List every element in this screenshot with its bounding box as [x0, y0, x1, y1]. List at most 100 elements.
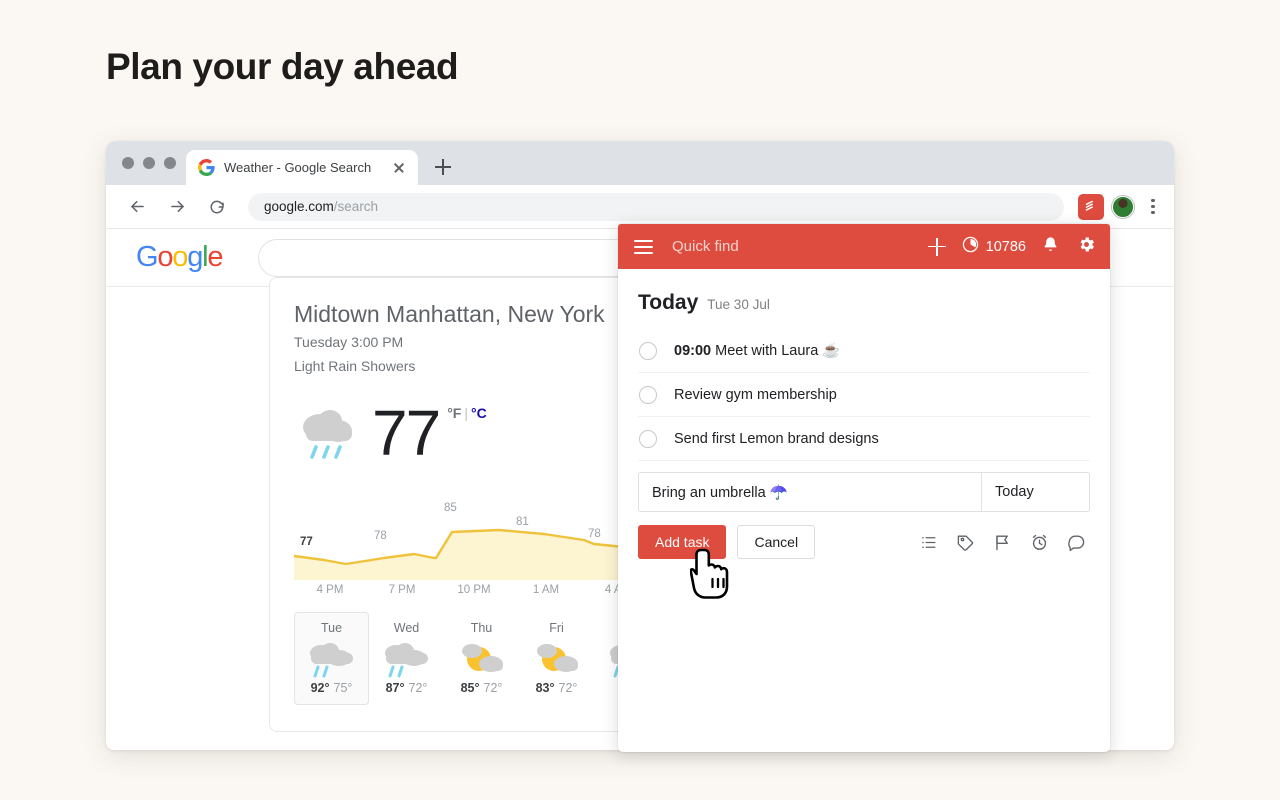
logo-letter: o — [172, 241, 188, 273]
section-title: Today — [638, 291, 699, 314]
todoist-panel: Quick find 10786 Today Tue 30 Jul 09:00 … — [618, 224, 1110, 752]
quick-action-icons — [919, 533, 1090, 552]
forecast-low: 72° — [483, 680, 503, 695]
rain-cloud-icon — [294, 397, 366, 470]
x-tick-label: 1 AM — [532, 583, 560, 596]
todoist-extension-icon[interactable] — [1078, 193, 1104, 220]
window-controls — [118, 141, 186, 185]
kebab-menu-icon[interactable] — [1144, 198, 1162, 215]
close-dot[interactable] — [122, 157, 134, 169]
label-tag-icon[interactable] — [956, 533, 975, 552]
x-tick-label: 10 PM — [457, 583, 491, 596]
forecast-high: 85° — [460, 680, 480, 695]
logo-letter: G — [136, 241, 159, 273]
weather-units: °F | °C — [447, 405, 487, 421]
todoist-header: Quick find 10786 — [618, 224, 1110, 269]
forecast-day-temps: 87° 72° — [370, 681, 443, 695]
project-list-icon[interactable] — [919, 533, 938, 552]
karma-points: 10786 — [985, 238, 1026, 255]
forecast-low: 72° — [408, 680, 428, 695]
add-task-plus-icon[interactable] — [924, 234, 950, 260]
google-logo[interactable]: Google — [136, 241, 224, 274]
forecast-day[interactable]: Fri 83° 72° — [519, 612, 594, 705]
cancel-button[interactable]: Cancel — [737, 525, 816, 559]
logo-letter: g — [187, 241, 203, 273]
browser-toolbar: google.com/search — [106, 185, 1174, 229]
task-row[interactable]: 09:00 Meet with Laura ☕ — [638, 329, 1090, 373]
back-arrow-icon[interactable] — [122, 192, 152, 222]
task-time: 09:00 — [674, 343, 712, 359]
x-tick-label: 4 PM — [316, 583, 344, 596]
new-task-due-date[interactable]: Today — [981, 473, 1089, 511]
rain-cloud-icon — [370, 639, 443, 679]
sun-cloud-icon — [520, 639, 593, 679]
forecast-high: 92° — [310, 680, 330, 695]
address-bar[interactable]: google.com/search — [248, 192, 1064, 221]
minimize-dot[interactable] — [143, 157, 155, 169]
unit-fahrenheit[interactable]: °F — [447, 405, 461, 421]
rain-cloud-icon — [295, 639, 368, 679]
task-row[interactable]: Send first Lemon brand designs — [638, 417, 1090, 461]
forecast-day-temps: 85° 72° — [445, 681, 518, 695]
forecast-high: 87° — [385, 680, 405, 695]
avatar[interactable] — [1112, 195, 1134, 218]
new-tab-button[interactable] — [428, 152, 458, 182]
page-title: Plan your day ahead — [106, 46, 459, 87]
task-row[interactable]: Review gym membership — [638, 373, 1090, 417]
browser-tabstrip: Weather - Google Search — [106, 141, 1174, 185]
logo-letter: o — [157, 241, 173, 273]
forecast-day-name: Thu — [470, 620, 493, 635]
forward-arrow-icon[interactable] — [162, 192, 192, 222]
forecast-low: 75° — [333, 680, 353, 695]
hamburger-menu-icon[interactable] — [634, 239, 653, 254]
section-date: Tue 30 Jul — [707, 297, 770, 312]
sun-cloud-icon — [445, 639, 518, 679]
forecast-low: 72° — [558, 680, 578, 695]
google-icon — [198, 159, 215, 176]
task-checkbox[interactable] — [639, 429, 657, 448]
browser-tab[interactable]: Weather - Google Search — [186, 150, 418, 185]
chart-point-label: 78 — [374, 529, 387, 542]
close-icon[interactable] — [390, 159, 408, 177]
task-checkbox[interactable] — [639, 385, 657, 404]
task-title: Send first Lemon brand designs — [674, 430, 879, 447]
screenshot-root: Plan your day ahead Weather - Google Sea… — [0, 0, 1280, 800]
omnibox-path: /search — [333, 199, 379, 214]
quick-find-input[interactable]: Quick find — [672, 238, 924, 255]
section-header: Today Tue 30 Jul — [638, 291, 1090, 315]
forecast-day-temps: 83° 72° — [520, 681, 593, 695]
forecast-day[interactable]: Thu 85° 72° — [444, 612, 519, 705]
karma-indicator[interactable]: 10786 — [962, 236, 1026, 258]
chart-point-label: 77 — [300, 535, 313, 548]
priority-flag-icon[interactable] — [993, 533, 1012, 552]
task-title: Meet with Laura ☕ — [711, 343, 841, 359]
comment-icon[interactable] — [1067, 533, 1086, 552]
task-checkbox[interactable] — [639, 341, 657, 360]
omnibox-domain: google.com — [264, 199, 334, 214]
chart-point-label: 78 — [588, 527, 601, 540]
new-task-input[interactable]: Bring an umbrella ☂️ — [639, 473, 981, 511]
task-title: Review gym membership — [674, 386, 837, 403]
unit-separator: | — [464, 404, 468, 421]
forecast-day-name: Tue — [320, 620, 343, 635]
forecast-day[interactable]: Tue 92° 75° — [294, 611, 369, 705]
reminder-alarm-icon[interactable] — [1030, 533, 1049, 552]
weather-temperature: 77 — [372, 396, 441, 469]
todoist-body: Today Tue 30 Jul 09:00 Meet with Laura ☕… — [618, 269, 1110, 752]
add-task-button[interactable]: Add task — [638, 525, 727, 559]
forecast-day-temps: 92° 75° — [295, 681, 368, 695]
forecast-day-name: Wed — [393, 620, 420, 635]
bell-icon[interactable] — [1042, 235, 1059, 259]
forecast-day-name: Fri — [549, 620, 564, 635]
new-task-row: Bring an umbrella ☂️ Today — [638, 472, 1090, 512]
maximize-dot[interactable] — [164, 157, 176, 169]
karma-circle-icon — [962, 236, 979, 258]
gear-icon[interactable] — [1077, 235, 1096, 259]
forecast-day[interactable]: Wed 87° 72° — [369, 612, 444, 705]
logo-letter: e — [207, 241, 223, 273]
reload-icon[interactable] — [202, 192, 232, 222]
new-task-actions: Add task Cancel — [638, 525, 1090, 559]
chart-point-label: 81 — [516, 515, 529, 528]
tab-title: Weather - Google Search — [224, 160, 372, 175]
unit-celsius[interactable]: °C — [471, 405, 487, 421]
